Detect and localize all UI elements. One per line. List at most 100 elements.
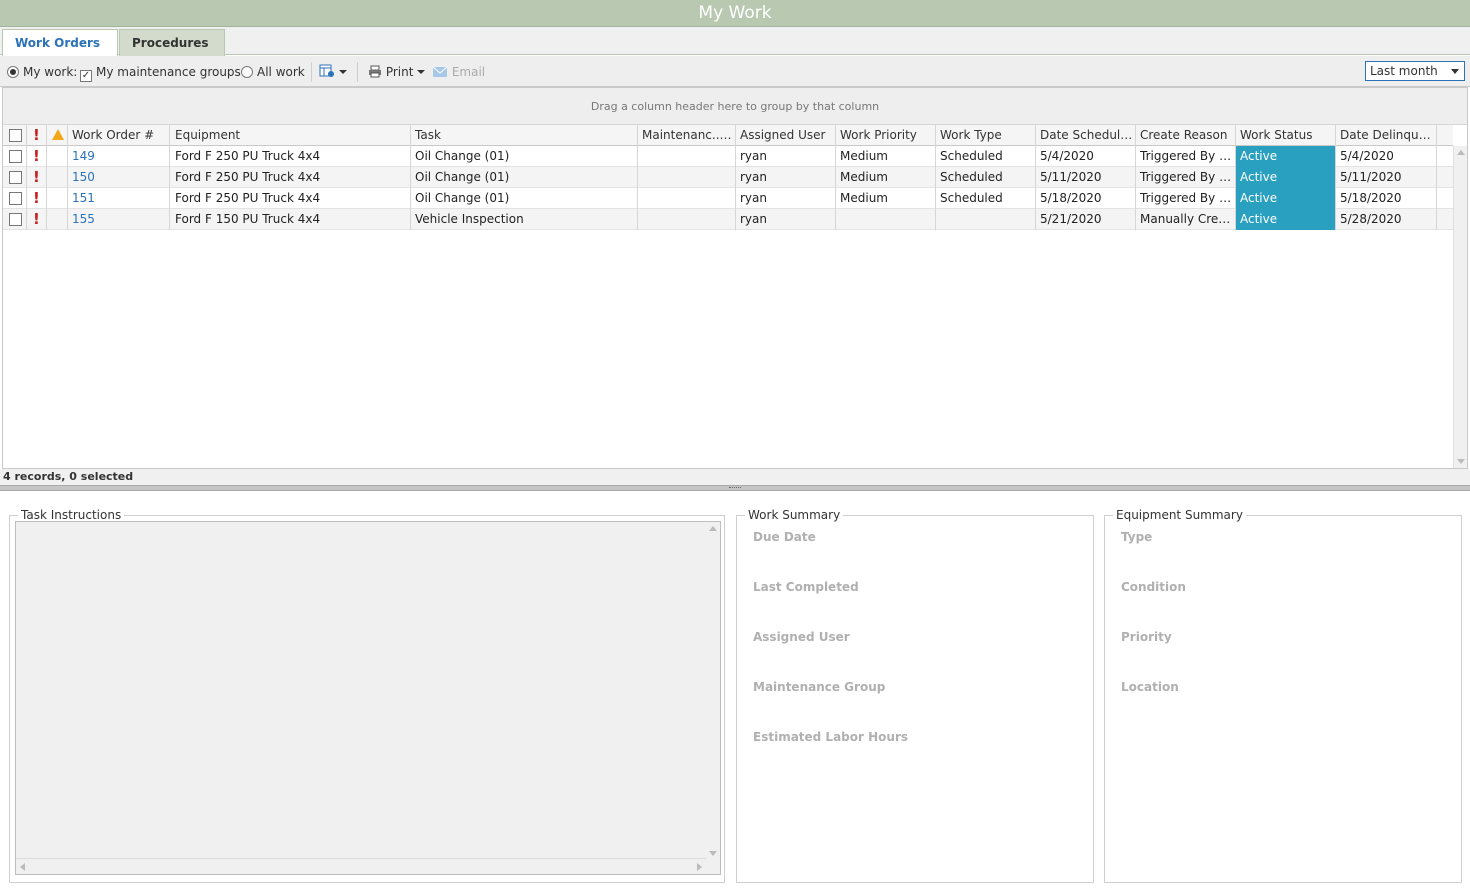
work-order-link[interactable]: 155 bbox=[68, 209, 170, 230]
status-badge: Active bbox=[1236, 209, 1336, 230]
table-row[interactable]: ! 155 Ford F 150 PU Truck 4x4 Vehicle In… bbox=[3, 209, 1453, 230]
scroll-up-icon[interactable] bbox=[1457, 150, 1465, 155]
scroll-down-icon[interactable] bbox=[1457, 459, 1465, 464]
equipment-cell: Ford F 250 PU Truck 4x4 bbox=[171, 146, 411, 167]
all-work-radio[interactable]: All work bbox=[241, 64, 305, 80]
work-summary-panel: Work Summary Due Date Last Completed Ass… bbox=[736, 507, 1094, 883]
scroll-right-icon[interactable] bbox=[697, 863, 702, 871]
warning-cell bbox=[47, 209, 68, 230]
row-checkbox[interactable] bbox=[3, 188, 27, 209]
table-row[interactable]: ! 151 Ford F 250 PU Truck 4x4 Oil Change… bbox=[3, 188, 1453, 209]
maintenance-cell bbox=[638, 188, 736, 209]
my-groups-label: My maintenance groups bbox=[96, 65, 241, 79]
assigned-user-cell: ryan bbox=[736, 146, 836, 167]
table-row[interactable]: ! 150 Ford F 250 PU Truck 4x4 Oil Change… bbox=[3, 167, 1453, 188]
date-range-select[interactable]: Last month bbox=[1365, 61, 1465, 81]
task-cell: Oil Change (01) bbox=[411, 188, 638, 209]
task-instructions-text[interactable] bbox=[15, 521, 721, 875]
column-settings-icon bbox=[319, 64, 334, 77]
maintenance-group-label: Maintenance Group bbox=[753, 680, 886, 694]
priority-cell: Medium bbox=[836, 188, 936, 209]
header-task[interactable]: Task bbox=[411, 125, 638, 146]
estimated-labor-hours-label: Estimated Labor Hours bbox=[753, 730, 908, 744]
date-delinquent-cell: 5/18/2020 bbox=[1336, 188, 1437, 209]
date-delinquent-cell: 5/4/2020 bbox=[1336, 146, 1437, 167]
priority-cell bbox=[836, 209, 936, 230]
toolbar-divider bbox=[311, 62, 312, 82]
warning-cell bbox=[47, 188, 68, 209]
due-date-label: Due Date bbox=[753, 530, 816, 544]
instructions-vertical-scrollbar[interactable] bbox=[706, 522, 720, 860]
row-checkbox[interactable] bbox=[3, 146, 27, 167]
alert-indicator: ! bbox=[27, 167, 47, 188]
panel-splitter[interactable] bbox=[0, 485, 1470, 491]
task-cell: Oil Change (01) bbox=[411, 167, 638, 188]
table-row[interactable]: ! 149 Ford F 250 PU Truck 4x4 Oil Change… bbox=[3, 146, 1453, 167]
header-maintenance-label: Maintenanc... bbox=[642, 128, 724, 142]
header-work-priority[interactable]: Work Priority bbox=[836, 125, 936, 146]
select-all-checkbox[interactable] bbox=[3, 125, 27, 146]
radio-selected-icon bbox=[7, 66, 19, 78]
header-date-scheduled[interactable]: Date Scheduled bbox=[1036, 125, 1136, 146]
date-scheduled-cell: 5/11/2020 bbox=[1036, 167, 1136, 188]
my-work-label: My work: bbox=[23, 65, 78, 79]
row-checkbox[interactable] bbox=[3, 167, 27, 188]
printer-icon bbox=[369, 65, 381, 78]
scroll-left-icon[interactable] bbox=[20, 863, 25, 871]
checkbox-icon bbox=[9, 129, 22, 142]
date-scheduled-cell: 5/21/2020 bbox=[1036, 209, 1136, 230]
maintenance-cell bbox=[638, 167, 736, 188]
date-scheduled-cell: 5/18/2020 bbox=[1036, 188, 1136, 209]
assigned-user-cell: ryan bbox=[736, 167, 836, 188]
instructions-horizontal-scrollbar[interactable] bbox=[16, 858, 706, 874]
my-work-radio[interactable]: My work: bbox=[7, 64, 77, 80]
alert-column-header[interactable]: ! bbox=[27, 125, 47, 146]
maintenance-cell bbox=[638, 209, 736, 230]
grip-icon bbox=[729, 487, 741, 489]
email-label: Email bbox=[451, 65, 486, 79]
equipment-cell: Ford F 150 PU Truck 4x4 bbox=[171, 209, 411, 230]
header-date-delinquent[interactable]: Date Delinquent bbox=[1336, 125, 1437, 146]
email-button[interactable]: Email bbox=[432, 64, 485, 80]
location-label: Location bbox=[1121, 680, 1179, 694]
assigned-user-label: Assigned User bbox=[753, 630, 850, 644]
work-order-link[interactable]: 151 bbox=[68, 188, 170, 209]
chevron-down-icon bbox=[1451, 69, 1459, 74]
work-summary-title: Work Summary bbox=[745, 507, 844, 523]
toolbar: My work: ✓ My maintenance groups All work… bbox=[0, 56, 1470, 87]
status-badge: Active bbox=[1236, 146, 1336, 167]
warning-cell bbox=[47, 167, 68, 188]
header-work-status[interactable]: Work Status bbox=[1236, 125, 1336, 146]
print-button[interactable]: Print bbox=[368, 64, 426, 80]
warning-cell bbox=[47, 146, 68, 167]
date-scheduled-cell: 5/4/2020 bbox=[1036, 146, 1136, 167]
header-work-type[interactable]: Work Type bbox=[936, 125, 1036, 146]
header-maintenance[interactable]: Maintenanc... bbox=[638, 125, 736, 146]
header-equipment[interactable]: Equipment bbox=[171, 125, 411, 146]
header-assigned-user[interactable]: Assigned User bbox=[736, 125, 836, 146]
work-orders-grid: Drag a column header here to group by th… bbox=[2, 87, 1468, 469]
header-create-reason[interactable]: Create Reason bbox=[1136, 125, 1236, 146]
work-order-link[interactable]: 150 bbox=[68, 167, 170, 188]
exclamation-icon: ! bbox=[33, 147, 40, 165]
group-by-panel[interactable]: Drag a column header here to group by th… bbox=[3, 88, 1467, 125]
work-type-cell bbox=[936, 209, 1036, 230]
column-chooser-button[interactable] bbox=[319, 64, 347, 80]
work-order-link[interactable]: 149 bbox=[68, 146, 170, 167]
equipment-cell: Ford F 250 PU Truck 4x4 bbox=[171, 188, 411, 209]
assigned-user-cell: ryan bbox=[736, 188, 836, 209]
row-checkbox[interactable] bbox=[3, 209, 27, 230]
header-work-order[interactable]: Work Order # bbox=[68, 125, 170, 146]
checkbox-icon bbox=[9, 150, 22, 163]
scroll-up-icon[interactable] bbox=[709, 526, 717, 531]
equipment-summary-panel: Equipment Summary Type Condition Priorit… bbox=[1104, 507, 1462, 883]
warning-column-header[interactable] bbox=[47, 125, 68, 146]
grid-vertical-scrollbar[interactable] bbox=[1453, 146, 1467, 468]
tab-work-orders[interactable]: Work Orders (4) bbox=[2, 29, 118, 76]
tab-strip: Work Orders (4) Procedures (5) bbox=[0, 27, 1470, 76]
scroll-down-icon[interactable] bbox=[709, 851, 717, 856]
my-maintenance-groups-checkbox[interactable]: ✓ My maintenance groups bbox=[80, 64, 241, 82]
tab-procedures[interactable]: Procedures (5) bbox=[119, 29, 225, 76]
equipment-cell: Ford F 250 PU Truck 4x4 bbox=[171, 167, 411, 188]
radio-empty-icon bbox=[241, 66, 253, 78]
